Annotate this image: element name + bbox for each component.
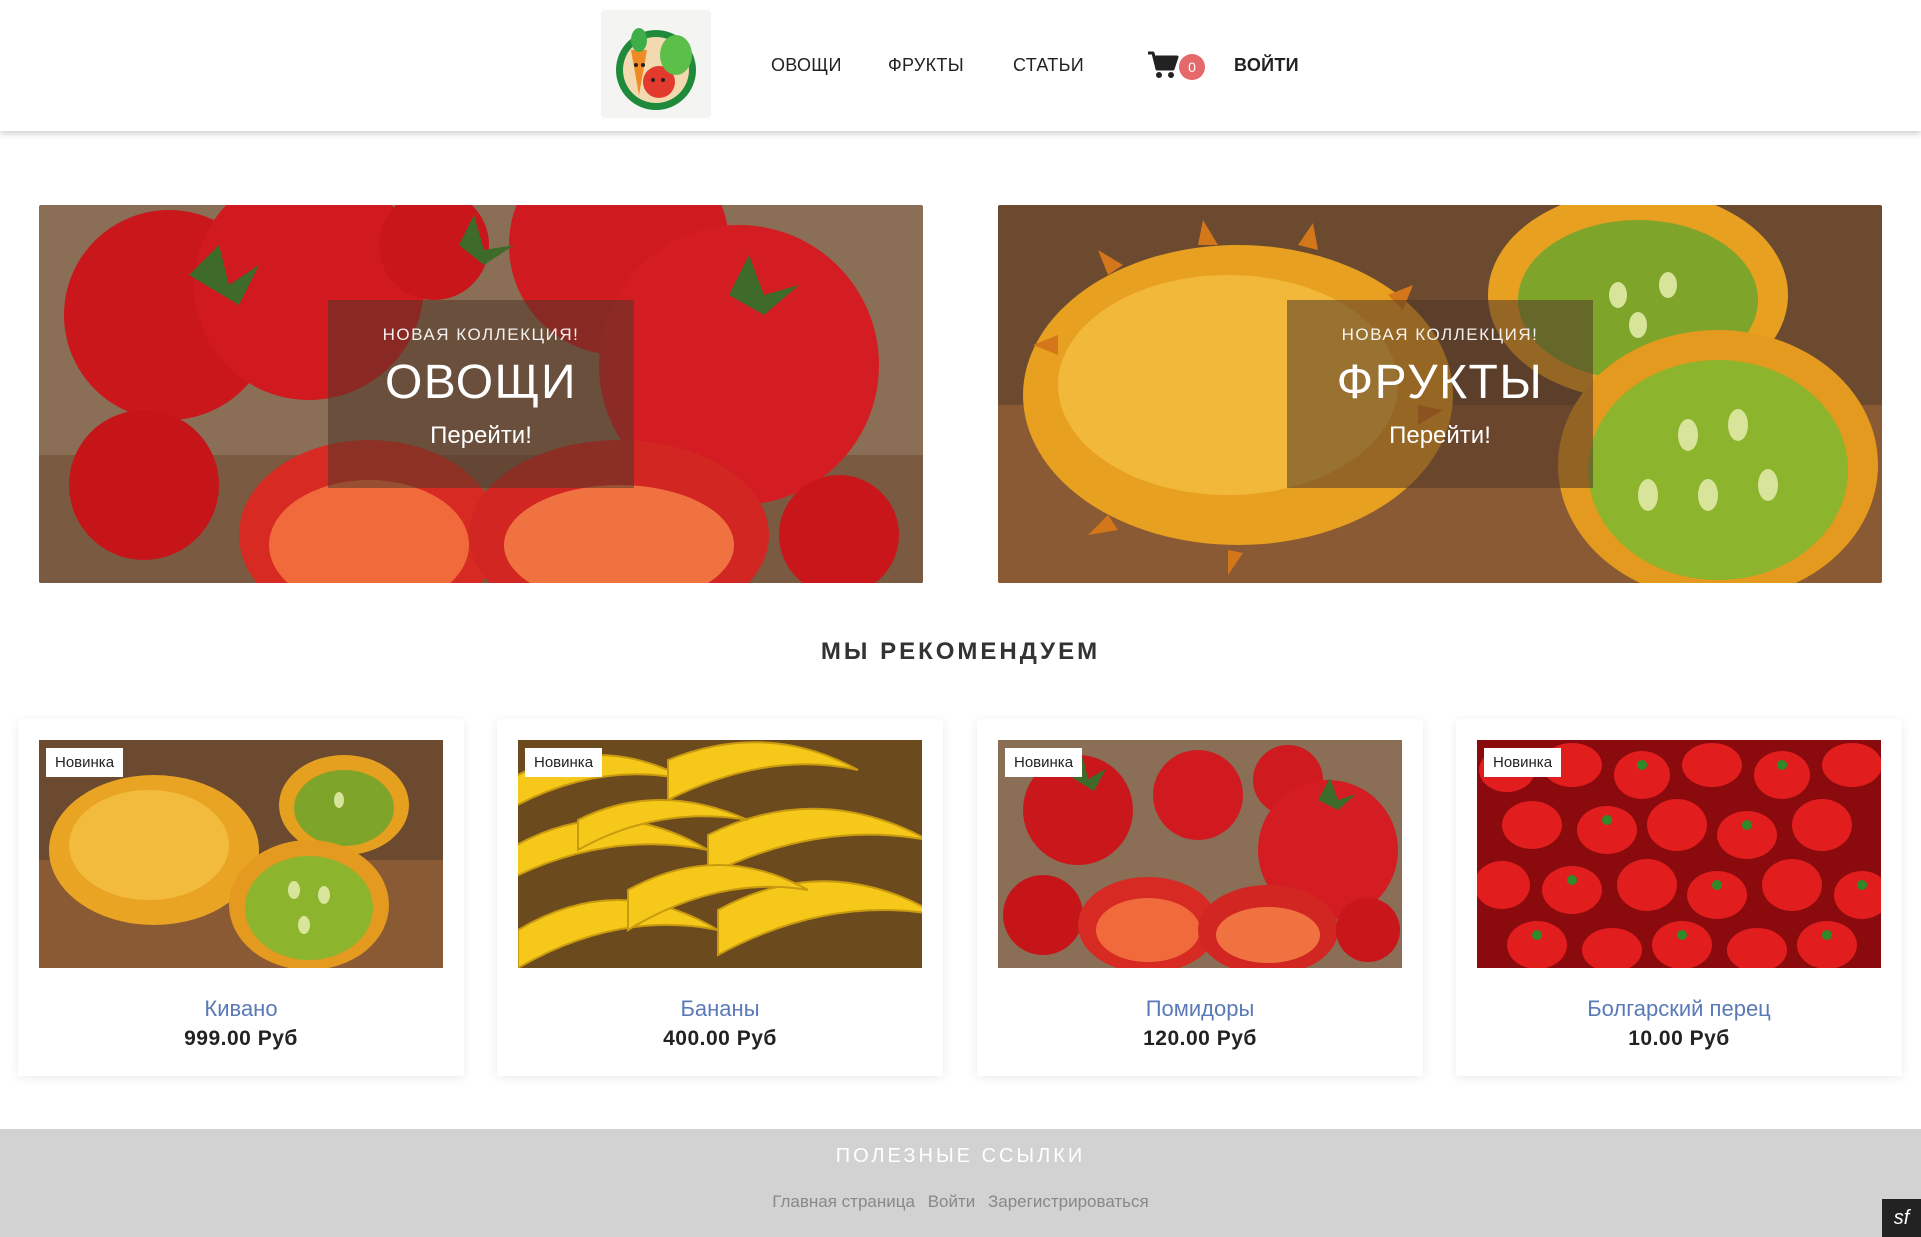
product-card-bell-pepper[interactable]: Новинка Болгарский перец 10.00 Руб [1456, 719, 1902, 1076]
banner-kicker: НОВАЯ КОЛЛЕКЦИЯ! [1341, 325, 1539, 344]
product-card-kiwano[interactable]: Новинка Кивано 999.00 Руб [18, 719, 464, 1076]
site-footer: ПОЛЕЗНЫЕ ССЫЛКИ Главная страница Войти З… [0, 1129, 1921, 1237]
product-image[interactable]: Новинка [998, 740, 1402, 968]
login-link[interactable]: ВОЙТИ [1234, 55, 1299, 76]
banner-go-link[interactable]: Перейти! [1287, 422, 1593, 450]
banner-title: ФРУКТЫ [1336, 356, 1544, 409]
footer-link-home[interactable]: Главная страница [772, 1192, 915, 1211]
cart-count-badge: 0 [1179, 54, 1205, 80]
product-name-link[interactable]: Помидоры [977, 996, 1423, 1022]
product-image[interactable]: Новинка [39, 740, 443, 968]
product-price: 400.00 Руб [663, 1027, 777, 1050]
banner-vegetables[interactable]: НОВАЯ КОЛЛЕКЦИЯ! ОВОЩИ Перейти! [39, 205, 923, 583]
new-badge: Новинка [1005, 748, 1083, 777]
cart-button[interactable]: 0 [1147, 48, 1211, 82]
new-badge: Новинка [46, 748, 124, 777]
product-image[interactable]: Новинка [518, 740, 922, 968]
nav-fruits[interactable]: ФРУКТЫ [888, 55, 964, 76]
product-image[interactable]: Новинка [1477, 740, 1881, 968]
new-badge: Новинка [1484, 748, 1562, 777]
footer-title: ПОЛЕЗНЫЕ ССЫЛКИ [835, 1145, 1086, 1167]
banner-vegetables-overlay: НОВАЯ КОЛЛЕКЦИЯ! ОВОЩИ Перейти! [328, 300, 634, 488]
nav-articles[interactable]: СТАТЬИ [1013, 55, 1084, 76]
banner-title: ОВОЩИ [384, 356, 578, 409]
product-card-tomatoes[interactable]: Новинка Помидоры 120.00 Руб [977, 719, 1423, 1076]
recommended-title: МЫ РЕКОМЕНДУЕМ [820, 638, 1101, 665]
banner-fruits[interactable]: НОВАЯ КОЛЛЕКЦИЯ! ФРУКТЫ Перейти! [998, 205, 1882, 583]
new-badge: Новинка [525, 748, 603, 777]
product-price: 999.00 Руб [184, 1027, 298, 1050]
product-price: 120.00 Руб [1143, 1027, 1257, 1050]
product-name-link[interactable]: Кивано [18, 996, 464, 1022]
footer-links: Главная страница Войти Зарегистрироватьс… [0, 1192, 1921, 1212]
logo-icon[interactable] [601, 10, 711, 118]
product-name-link[interactable]: Болгарский перец [1456, 996, 1902, 1022]
product-name-link[interactable]: Бананы [497, 996, 943, 1022]
footer-link-login[interactable]: Войти [928, 1192, 976, 1211]
product-card-bananas[interactable]: Новинка Бананы 400.00 Руб [497, 719, 943, 1076]
banner-fruits-overlay: НОВАЯ КОЛЛЕКЦИЯ! ФРУКТЫ Перейти! [1287, 300, 1593, 488]
symfony-toolbar-icon[interactable]: sf [1882, 1199, 1921, 1237]
site-header: ОВОЩИ ФРУКТЫ СТАТЬИ 0 ВОЙТИ [0, 0, 1921, 131]
nav-vegetables[interactable]: ОВОЩИ [771, 55, 842, 76]
banner-kicker: НОВАЯ КОЛЛЕКЦИЯ! [382, 325, 580, 344]
banner-go-link[interactable]: Перейти! [328, 422, 634, 450]
footer-link-register[interactable]: Зарегистрироваться [988, 1192, 1149, 1211]
cart-icon [1148, 51, 1179, 78]
product-price: 10.00 Руб [1628, 1027, 1730, 1050]
